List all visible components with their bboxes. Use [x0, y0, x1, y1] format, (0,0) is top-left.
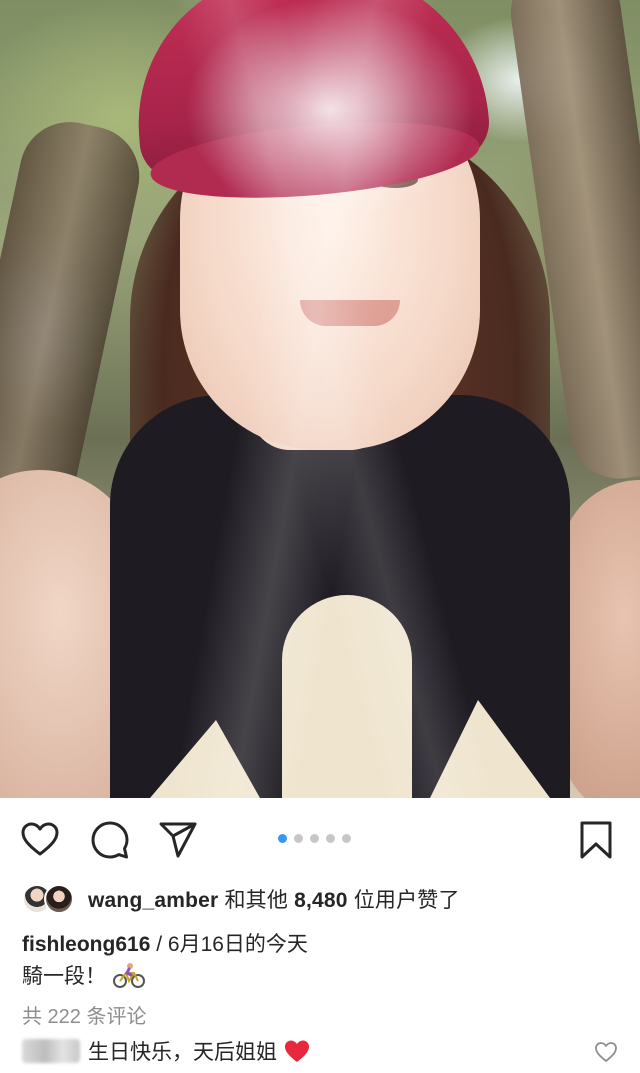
comment-heart-icon[interactable] — [594, 1040, 618, 1064]
memory-label: 6月16日的今天 — [167, 933, 308, 956]
bookmark-icon — [580, 821, 612, 859]
carousel-indicator — [278, 834, 351, 843]
carousel-dot — [310, 834, 319, 843]
like-button[interactable] — [18, 818, 62, 862]
carousel-dot — [326, 834, 335, 843]
carousel-dot — [294, 834, 303, 843]
share-icon — [159, 822, 197, 858]
bicyclist-icon — [113, 963, 145, 988]
likes-count[interactable]: 8,480 — [294, 889, 348, 912]
share-button[interactable] — [156, 818, 200, 862]
liker-avatars — [22, 883, 78, 915]
carousel-dot — [278, 834, 287, 843]
caption-header: fishleong616 / 6月16日的今天 — [22, 928, 308, 958]
red-heart-icon — [285, 1040, 309, 1062]
likes-suffix: 位用户赞了 — [353, 889, 460, 912]
comment-button[interactable] — [88, 818, 132, 862]
comment-text: 生日快乐，天后姐姐 — [88, 1041, 277, 1064]
likes-text: wang_amber 和其他 8,480 位用户赞了 — [88, 884, 460, 914]
post-photo[interactable] — [0, 0, 640, 798]
likes-connector: 和其他 — [224, 889, 289, 912]
avatar — [44, 884, 74, 914]
author-username[interactable]: fishleong616 — [22, 933, 150, 956]
caption-text-row: 騎一段！ — [22, 960, 146, 990]
likes-summary[interactable]: wang_amber 和其他 8,480 位用户赞了 — [22, 882, 460, 916]
post-action-bar — [0, 812, 640, 868]
view-all-comments-link[interactable]: 共 222 条评论 — [22, 1000, 146, 1029]
caption-separator: / — [150, 933, 168, 956]
caption-text: 騎一段！ — [22, 965, 106, 988]
heart-icon — [21, 822, 59, 856]
carousel-dot — [342, 834, 351, 843]
comment-icon — [91, 821, 129, 859]
blurred-commenter-username — [22, 1039, 80, 1063]
comment-item: 生日快乐，天后姐姐 — [22, 1036, 311, 1066]
save-button[interactable] — [574, 818, 618, 862]
liker-username[interactable]: wang_amber — [88, 889, 218, 912]
photo-sunlight — [0, 0, 640, 798]
